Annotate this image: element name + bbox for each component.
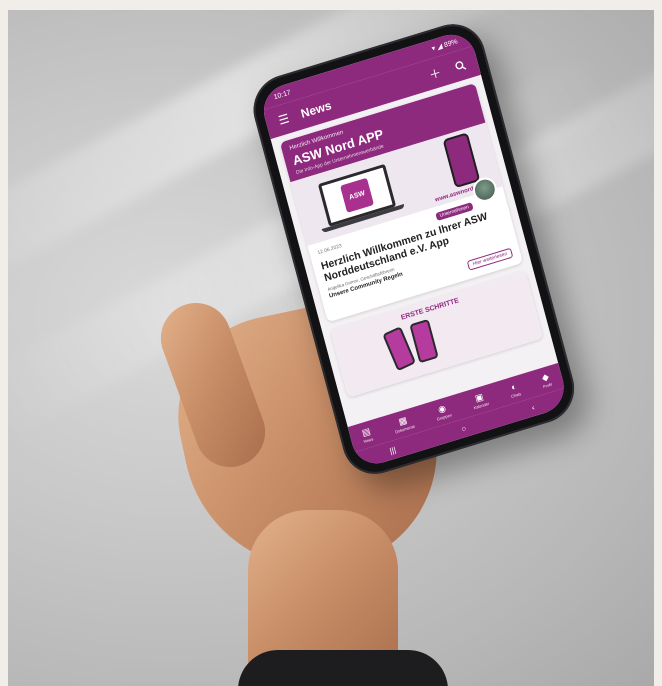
sleeve [238,650,448,686]
nav-item-chats[interactable]: ◐ Chats [508,380,522,399]
hamburger-icon[interactable]: ☰ [274,109,293,129]
plus-icon[interactable]: ＋ [425,63,444,83]
status-time: 10:17 [272,88,292,101]
recents-button[interactable]: ||| [389,445,397,456]
back-button[interactable]: ‹ [531,402,536,411]
nav-item-profile[interactable]: ◆ Profil [540,371,553,389]
phone-mockup: 10:17 ▾ ◢ 89% ☰ News ＋ Herzlich Willkomm… [168,15,582,526]
nav-item-documents[interactable]: ▦ Dokumente [392,413,416,435]
nav-item-calendar[interactable]: ▣ Kalender [470,390,490,410]
nav-item-news[interactable]: ▤ News [360,426,374,444]
home-button[interactable]: ○ [460,423,467,433]
chat-icon: ◐ [509,381,518,393]
asw-logo: ASW [340,177,375,213]
search-icon[interactable] [450,56,469,76]
phone-illustration [442,132,481,189]
nav-item-groups[interactable]: ◉ Gruppen [433,402,452,422]
